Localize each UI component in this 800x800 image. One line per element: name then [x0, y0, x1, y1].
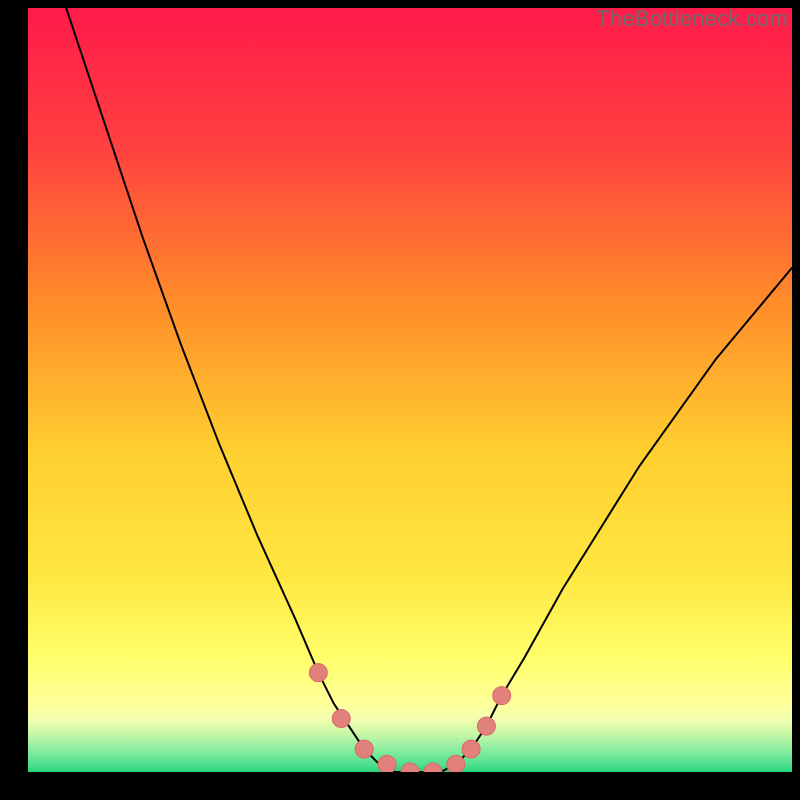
watermark-text: TheBottleneck.com	[596, 6, 788, 32]
highlight-marker	[477, 717, 495, 735]
bottleneck-curve	[28, 8, 792, 772]
plot-area	[28, 8, 792, 772]
highlight-marker	[378, 755, 396, 772]
highlight-marker	[355, 740, 373, 758]
chart-frame: TheBottleneck.com	[0, 0, 800, 800]
highlight-marker	[332, 710, 350, 728]
highlight-marker	[447, 755, 465, 772]
highlight-marker	[424, 763, 442, 772]
highlight-marker	[493, 687, 511, 705]
highlight-marker	[462, 740, 480, 758]
curve-layer	[28, 8, 792, 772]
highlight-marker	[309, 664, 327, 682]
highlight-marker	[401, 763, 419, 772]
